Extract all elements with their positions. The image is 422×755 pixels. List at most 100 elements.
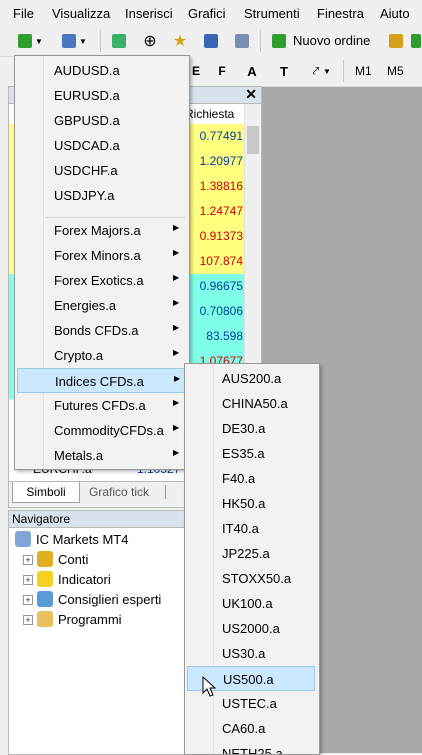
expand-icon[interactable]: + [23, 595, 33, 605]
navigator-root[interactable]: IC Markets MT4 [15, 530, 128, 548]
close-icon[interactable]: ✕ [245, 86, 257, 103]
arrow-icon[interactable] [410, 30, 422, 52]
menu-tools[interactable]: Strumenti [244, 6, 300, 21]
expert-advisor-icon[interactable] [385, 30, 407, 52]
submenu-item[interactable]: US30.a [187, 641, 315, 666]
expand-icon[interactable]: + [23, 555, 33, 565]
menu-file[interactable]: File [13, 6, 34, 21]
menu-item-symbol[interactable]: GBPUSD.a [17, 108, 187, 133]
menu-item-group[interactable]: Forex Majors.a ▶ [17, 218, 187, 243]
scrollbar-thumb[interactable] [247, 126, 259, 154]
submenu-item[interactable]: ES35.a [187, 441, 315, 466]
submenu-arrow-icon: ▶ [173, 273, 180, 282]
submenu-item[interactable]: HK50.a [187, 491, 315, 516]
ask-price: 0.77491 [199, 129, 243, 143]
navigator-item-experts[interactable]: Consiglieri esperti [37, 590, 161, 608]
submenu-item-label: F40.a [222, 471, 256, 486]
timeframe-m1-button[interactable]: M1 [355, 64, 372, 78]
menu-item-group[interactable]: Futures CFDs.a ▶ [17, 393, 187, 418]
submenu-item-label: UK100.a [222, 596, 273, 611]
submenu-item-label: DE30.a [222, 421, 266, 436]
menu-window[interactable]: Finestra [317, 6, 364, 21]
menu-item-symbol[interactable]: EURUSD.a [17, 83, 187, 108]
strategy-tester-icon[interactable] [231, 30, 253, 52]
submenu-item[interactable]: STOXX50.a [187, 566, 315, 591]
ask-column-header[interactable]: Richiesta [185, 107, 234, 121]
text-label-icon[interactable]: T [273, 60, 295, 82]
menu-item-group[interactable]: Bonds CFDs.a ▶ [17, 318, 187, 343]
submenu-item[interactable]: UK100.a [187, 591, 315, 616]
menu-item-label: Forex Exotics.a [54, 273, 144, 288]
new-order-button[interactable]: Nuovo ordine [293, 33, 370, 48]
menu-item-label: GBPUSD.a [54, 113, 120, 128]
submenu-item[interactable]: US2000.a [187, 616, 315, 641]
submenu-item-label: US30.a [222, 646, 266, 661]
menu-item-label: Crypto.a [54, 348, 104, 363]
chevron-down-icon[interactable]: ▼ [32, 30, 46, 52]
menu-item-label: Bonds CFDs.a [54, 323, 139, 338]
navigator-item-indicators[interactable]: Indicatori [37, 570, 111, 588]
menu-item-group[interactable]: Forex Minors.a ▶ [17, 243, 187, 268]
submenu-arrow-icon: ▶ [173, 423, 180, 432]
submenu-item-label: STOXX50.a [222, 571, 292, 586]
expand-icon[interactable]: + [23, 615, 33, 625]
menu-item-group[interactable]: CommodityCFDs.a ▶ [17, 418, 187, 443]
submenu-item-label: CA60.a [222, 721, 266, 736]
submenu-arrow-icon: ▶ [174, 374, 181, 383]
drawing-toolbar: E F A T ⤤ ▼ M1 M5 [185, 56, 422, 87]
navigator-item-scripts[interactable]: Programmi [37, 610, 122, 628]
menu-item-symbol[interactable]: USDCAD.a [17, 133, 187, 158]
submenu-item-label: US2000.a [222, 621, 280, 636]
mouse-cursor-icon [202, 676, 217, 697]
submenu-item[interactable]: DE30.a [187, 416, 315, 441]
menu-item-symbol[interactable]: AUDUSD.a [17, 58, 187, 83]
navigator-title: Navigatore [12, 512, 71, 526]
timeframe-m5-button[interactable]: M5 [387, 64, 404, 78]
menu-item-group[interactable]: Crypto.a ▶ [17, 343, 187, 368]
menu-item-label: Forex Minors.a [54, 248, 141, 263]
submenu-item-label: IT40.a [222, 521, 259, 536]
submenu-arrow-icon: ▶ [173, 248, 180, 257]
submenu-item[interactable]: F40.a [187, 466, 315, 491]
menu-item-group[interactable]: Forex Exotics.a ▶ [17, 268, 187, 293]
navigator-item-label: Conti [58, 551, 89, 567]
text-icon[interactable]: A [241, 60, 263, 82]
submenu-item-label: NETH25.a [222, 746, 283, 755]
menu-item-group[interactable]: Indices CFDs.a ▶ [17, 368, 187, 393]
menu-charts[interactable]: Grafici [188, 6, 226, 21]
menu-item-group[interactable]: Energies.a ▶ [17, 293, 187, 318]
expand-icon[interactable]: + [23, 575, 33, 585]
menu-view[interactable]: Visualizza [52, 6, 110, 21]
chevron-down-icon[interactable]: ▼ [321, 60, 333, 82]
submenu-item[interactable]: AUS200.a [187, 366, 315, 391]
submenu-item[interactable]: CHINA50.a [187, 391, 315, 416]
navigator-item-label: Consiglieri esperti [58, 591, 162, 607]
menu-insert[interactable]: Inserisci [125, 6, 173, 21]
menu-item-label: EURUSD.a [54, 88, 120, 103]
menu-item-label: AUDUSD.a [54, 63, 120, 78]
market-watch-icon[interactable] [108, 30, 130, 52]
tab-symbols[interactable]: Simboli [12, 482, 80, 503]
menu-help[interactable]: Aiuto [380, 6, 410, 21]
ask-price: 0.91373 [199, 229, 243, 243]
submenu-item-label: JP225.a [222, 546, 270, 561]
menu-item-symbol[interactable]: USDJPY.a [17, 183, 187, 208]
crosshair-icon[interactable]: ⊕ [139, 30, 161, 52]
submenu-item[interactable]: JP225.a [187, 541, 315, 566]
terminal-icon[interactable] [200, 30, 222, 52]
ask-price: 83.598 [206, 329, 243, 343]
new-order-icon[interactable] [268, 30, 290, 52]
menu-item-label: USDCAD.a [54, 138, 120, 153]
submenu-arrow-icon: ▶ [173, 448, 180, 457]
chevron-down-icon[interactable]: ▼ [76, 30, 90, 52]
navigator-item-accounts[interactable]: Conti [37, 550, 88, 568]
submenu-item[interactable]: IT40.a [187, 516, 315, 541]
menu-item-label: Indices CFDs.a [55, 374, 144, 389]
menu-item-symbol[interactable]: USDCHF.a [17, 158, 187, 183]
tab-tick-chart[interactable]: Grafico tick [89, 485, 149, 499]
submenu-item[interactable]: CA60.a [187, 716, 315, 741]
fibonacci-fan-icon[interactable]: F [211, 60, 233, 82]
menu-item-label: Metals.a [54, 448, 104, 463]
menu-item-group[interactable]: Metals.a ▶ [17, 443, 187, 468]
favorites-star-icon[interactable]: ★ [169, 30, 191, 52]
